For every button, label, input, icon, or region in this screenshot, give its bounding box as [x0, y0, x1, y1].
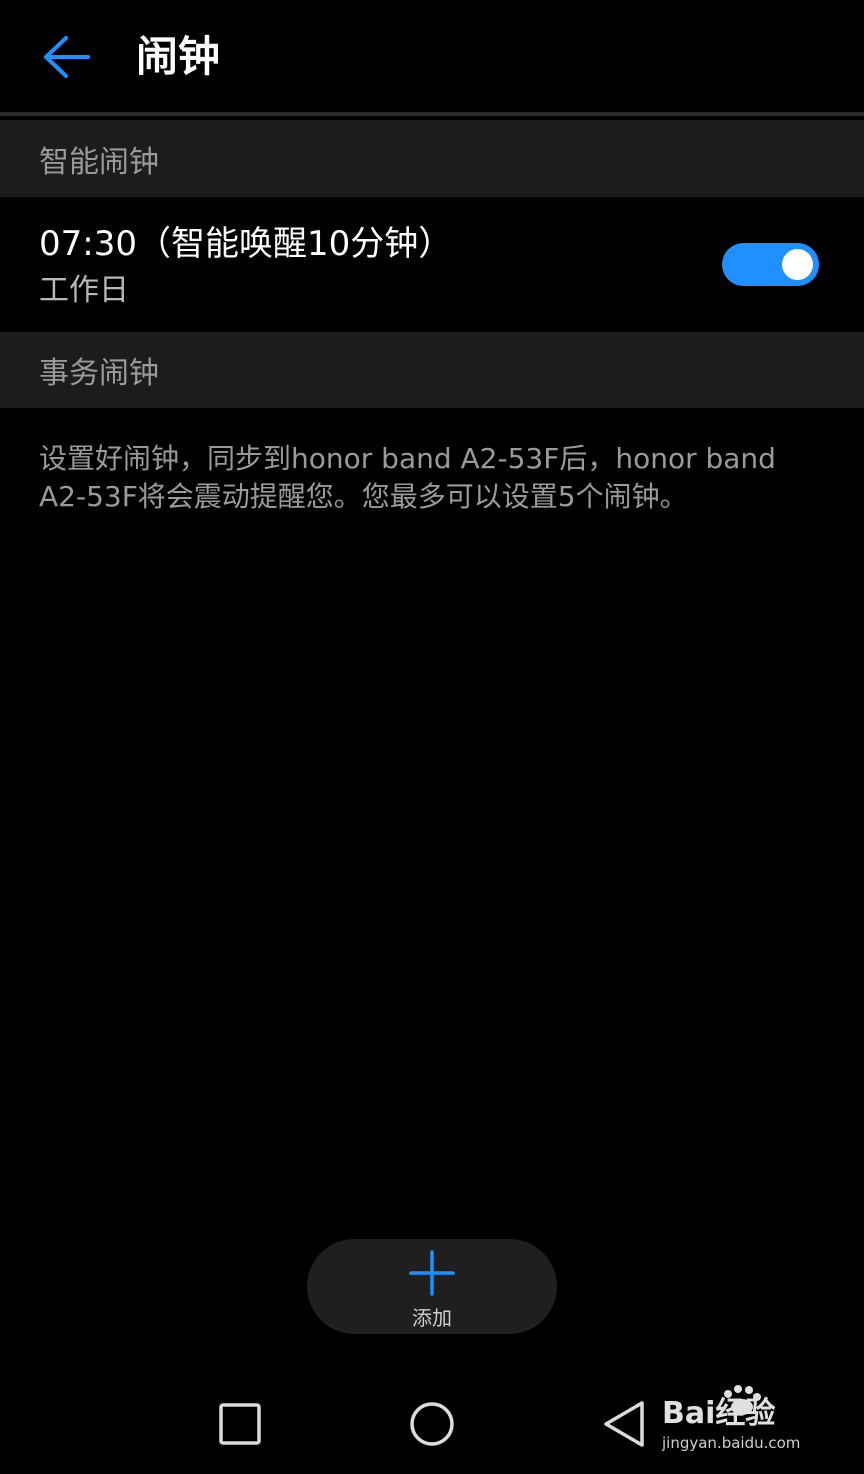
circle-icon: [410, 1402, 454, 1446]
toggle-knob: [782, 249, 813, 280]
watermark-url: jingyan.baidu.com: [662, 1434, 801, 1452]
task-alarm-description: 设置好闹钟，同步到honor band A2-53F后，honor band A…: [39, 442, 776, 513]
add-button-label: 添加: [412, 1306, 452, 1330]
arrow-left-icon: [44, 36, 90, 78]
recent-apps-button[interactable]: [210, 1394, 270, 1454]
plus-icon: [409, 1250, 455, 1296]
square-icon: [219, 1403, 261, 1445]
page-title: 闹钟: [136, 32, 221, 81]
watermark-brand: Bai经验: [662, 1396, 776, 1431]
app-header: [0, 0, 864, 116]
section-header-task-alarm: 事务闹钟: [0, 332, 864, 408]
triangle-back-icon: [604, 1401, 644, 1447]
system-back-button[interactable]: [594, 1394, 654, 1454]
home-button[interactable]: [402, 1394, 462, 1454]
section-header-smart-alarm: 智能闹钟: [0, 120, 864, 197]
alarm-time-label: 07:30（智能唤醒10分钟）: [39, 224, 453, 264]
back-button[interactable]: [30, 26, 104, 88]
alarm-repeat-label: 工作日: [39, 273, 129, 308]
alarm-toggle-switch[interactable]: [722, 243, 819, 286]
